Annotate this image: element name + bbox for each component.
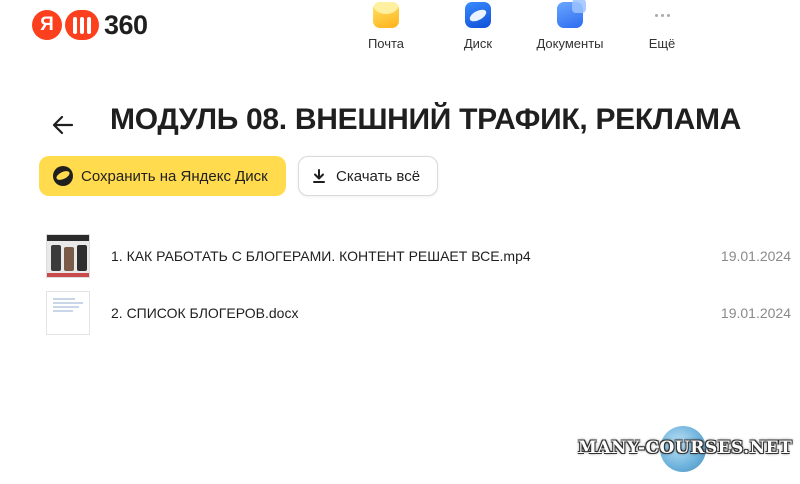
download-all-label: Скачать всё [336,167,421,185]
file-name: 1. КАК РАБОТАТЬ С БЛОГЕРАМИ. КОНТЕНТ РЕШ… [111,248,531,264]
arrow-left-icon [52,115,74,135]
documents-icon [557,0,586,28]
disk-icon [53,166,73,186]
app-documents-label: Документы [536,36,604,51]
back-button[interactable] [50,114,76,136]
app-disk-label: Диск [463,36,493,51]
mail-icon [373,2,399,28]
app-disk[interactable]: Диск [432,2,524,51]
app-mail-label: Почта [367,36,405,51]
file-date: 19.01.2024 [720,248,791,264]
disk-icon [465,2,491,28]
page-title: МОДУЛЬ 08. ВНЕШНИЙ ТРАФИК, РЕКЛАМА [110,103,742,136]
watermark-text: MANY-COURSES.NET [578,438,793,458]
download-icon [313,169,325,183]
list-item[interactable]: 2. СПИСОК БЛОГЕРОВ.docx 19.01.2024 [40,287,800,339]
logo-text: 360 [104,9,148,40]
apps-menu: Почта Диск Документы Ещё [340,0,708,51]
document-thumbnail [46,291,90,335]
app-more[interactable]: Ещё [616,2,708,51]
file-name: 2. СПИСОК БЛОГЕРОВ.docx [111,305,299,321]
rings-logo-icon [65,10,99,40]
app-documents[interactable]: Документы [524,0,616,51]
yandex-logo-icon: Я [32,10,62,40]
more-icon [649,2,675,28]
list-item[interactable]: 1. КАК РАБОТАТЬ С БЛОГЕРАМИ. КОНТЕНТ РЕШ… [40,230,800,282]
download-all-button[interactable]: Скачать всё [298,156,438,196]
app-more-label: Ещё [648,36,676,51]
file-date: 19.01.2024 [720,305,791,321]
yandex-360-logo[interactable]: Я 360 [32,8,148,42]
save-to-disk-label: Сохранить на Яндекс Диск [81,167,268,185]
app-mail[interactable]: Почта [340,2,432,51]
save-to-disk-button[interactable]: Сохранить на Яндекс Диск [39,156,286,196]
video-thumbnail [46,234,90,278]
